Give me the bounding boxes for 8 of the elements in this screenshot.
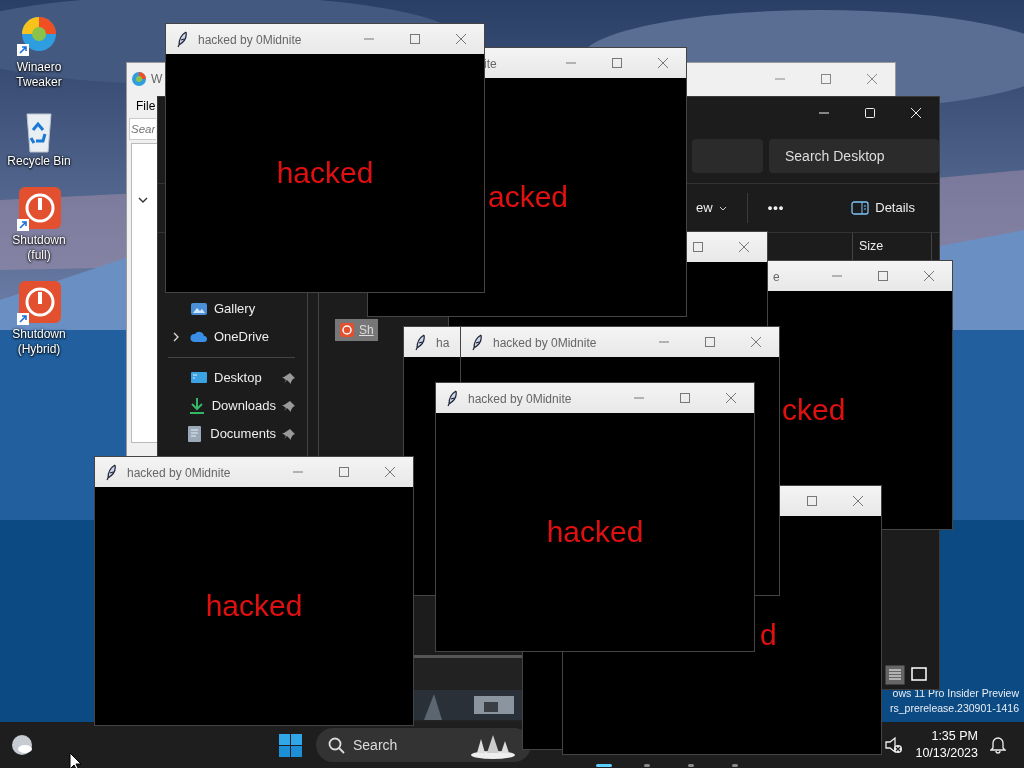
- weather-icon[interactable]: [11, 734, 33, 756]
- cursor-icon: [69, 752, 83, 768]
- notification-bell-icon[interactable]: [990, 736, 1006, 754]
- start-icon[interactable]: [279, 733, 302, 757]
- search-icon: [328, 736, 345, 754]
- clock[interactable]: 1:35 PM 10/13/2023: [915, 728, 978, 762]
- volume-muted-icon[interactable]: [884, 736, 904, 754]
- search-box[interactable]: Search: [316, 728, 531, 762]
